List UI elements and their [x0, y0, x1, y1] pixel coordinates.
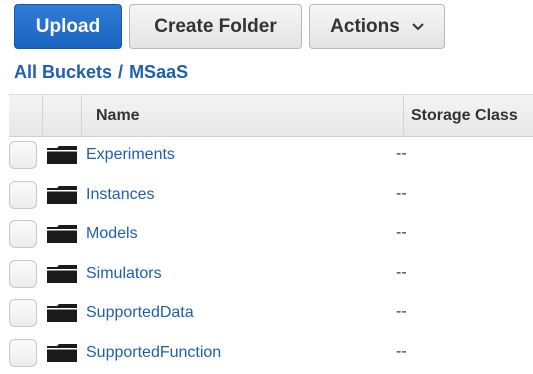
folder-name-link[interactable]: SupportedFunction: [86, 344, 221, 362]
table-row[interactable]: Models --: [0, 216, 533, 256]
column-header-storage-class[interactable]: Storage Class: [404, 95, 533, 136]
folder-name-link[interactable]: Instances: [86, 186, 154, 204]
breadcrumb-all-buckets[interactable]: All Buckets: [14, 62, 112, 82]
storage-class-value: --: [396, 343, 407, 361]
table-body: Experiments -- Instances -- Models -- Si…: [0, 137, 533, 374]
row-checkbox[interactable]: [9, 260, 37, 288]
row-checkbox[interactable]: [9, 181, 37, 209]
header-select-cell: [9, 95, 43, 136]
table-row[interactable]: Experiments --: [0, 137, 533, 177]
table-row[interactable]: Instances --: [0, 177, 533, 217]
breadcrumb: All Buckets / MSaaS: [14, 62, 188, 83]
folder-name-link[interactable]: SupportedData: [86, 304, 194, 322]
breadcrumb-current[interactable]: MSaaS: [129, 62, 188, 82]
storage-class-value: --: [396, 185, 407, 203]
folder-icon: [46, 224, 78, 244]
header-icon-cell: [43, 95, 82, 136]
storage-class-value: --: [396, 264, 407, 282]
folder-icon: [46, 145, 78, 165]
storage-class-value: --: [396, 303, 407, 321]
column-header-name[interactable]: Name: [82, 95, 404, 136]
chevron-down-icon: [412, 22, 424, 32]
folder-name-link[interactable]: Experiments: [86, 146, 175, 164]
row-checkbox[interactable]: [9, 141, 37, 169]
table-row[interactable]: SupportedData --: [0, 295, 533, 335]
row-checkbox[interactable]: [9, 299, 37, 327]
storage-class-value: --: [396, 145, 407, 163]
folder-name-link[interactable]: Models: [86, 225, 138, 243]
folder-icon: [46, 264, 78, 284]
row-checkbox[interactable]: [9, 220, 37, 248]
folder-icon: [46, 185, 78, 205]
table-row[interactable]: Simulators --: [0, 256, 533, 296]
folder-name-link[interactable]: Simulators: [86, 265, 162, 283]
create-folder-button[interactable]: Create Folder: [129, 4, 302, 49]
row-checkbox[interactable]: [9, 339, 37, 367]
actions-button[interactable]: Actions: [309, 4, 445, 49]
upload-button[interactable]: Upload: [14, 4, 122, 49]
breadcrumb-separator: /: [118, 62, 123, 82]
table-row[interactable]: SupportedFunction --: [0, 335, 533, 374]
storage-class-value: --: [396, 224, 407, 242]
toolbar: Upload Create Folder Actions: [14, 4, 445, 49]
actions-label: Actions: [330, 16, 400, 38]
table-header: Name Storage Class: [9, 94, 533, 137]
folder-icon: [46, 303, 78, 323]
folder-icon: [46, 343, 78, 363]
